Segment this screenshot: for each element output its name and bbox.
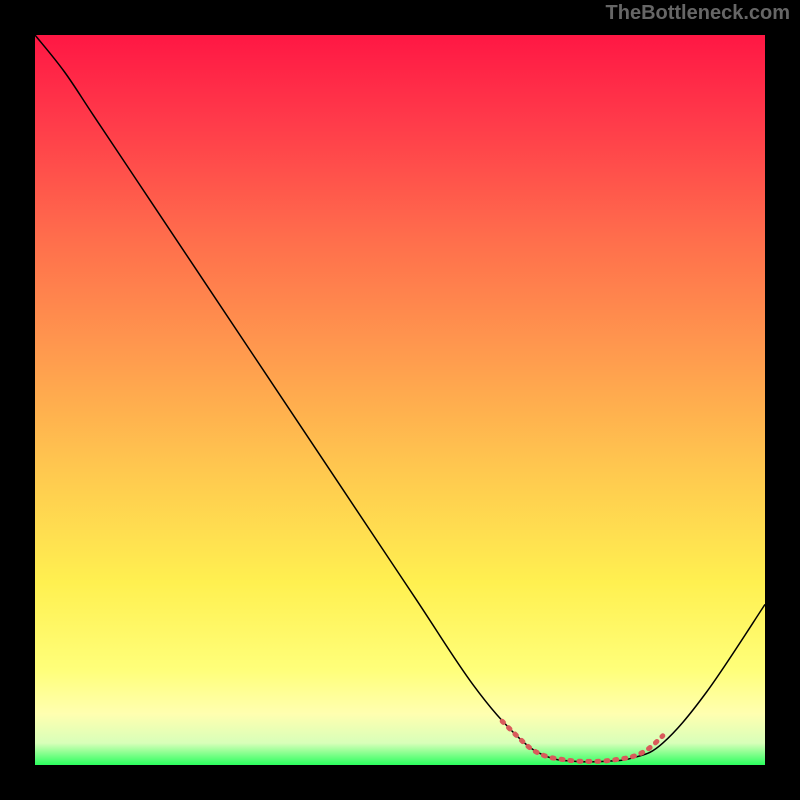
watermark-text: TheBottleneck.com bbox=[606, 2, 790, 25]
chart-svg bbox=[35, 35, 765, 765]
plot-area bbox=[35, 35, 765, 765]
gradient-background bbox=[35, 35, 765, 765]
chart-container: TheBottleneck.com bbox=[0, 0, 800, 800]
